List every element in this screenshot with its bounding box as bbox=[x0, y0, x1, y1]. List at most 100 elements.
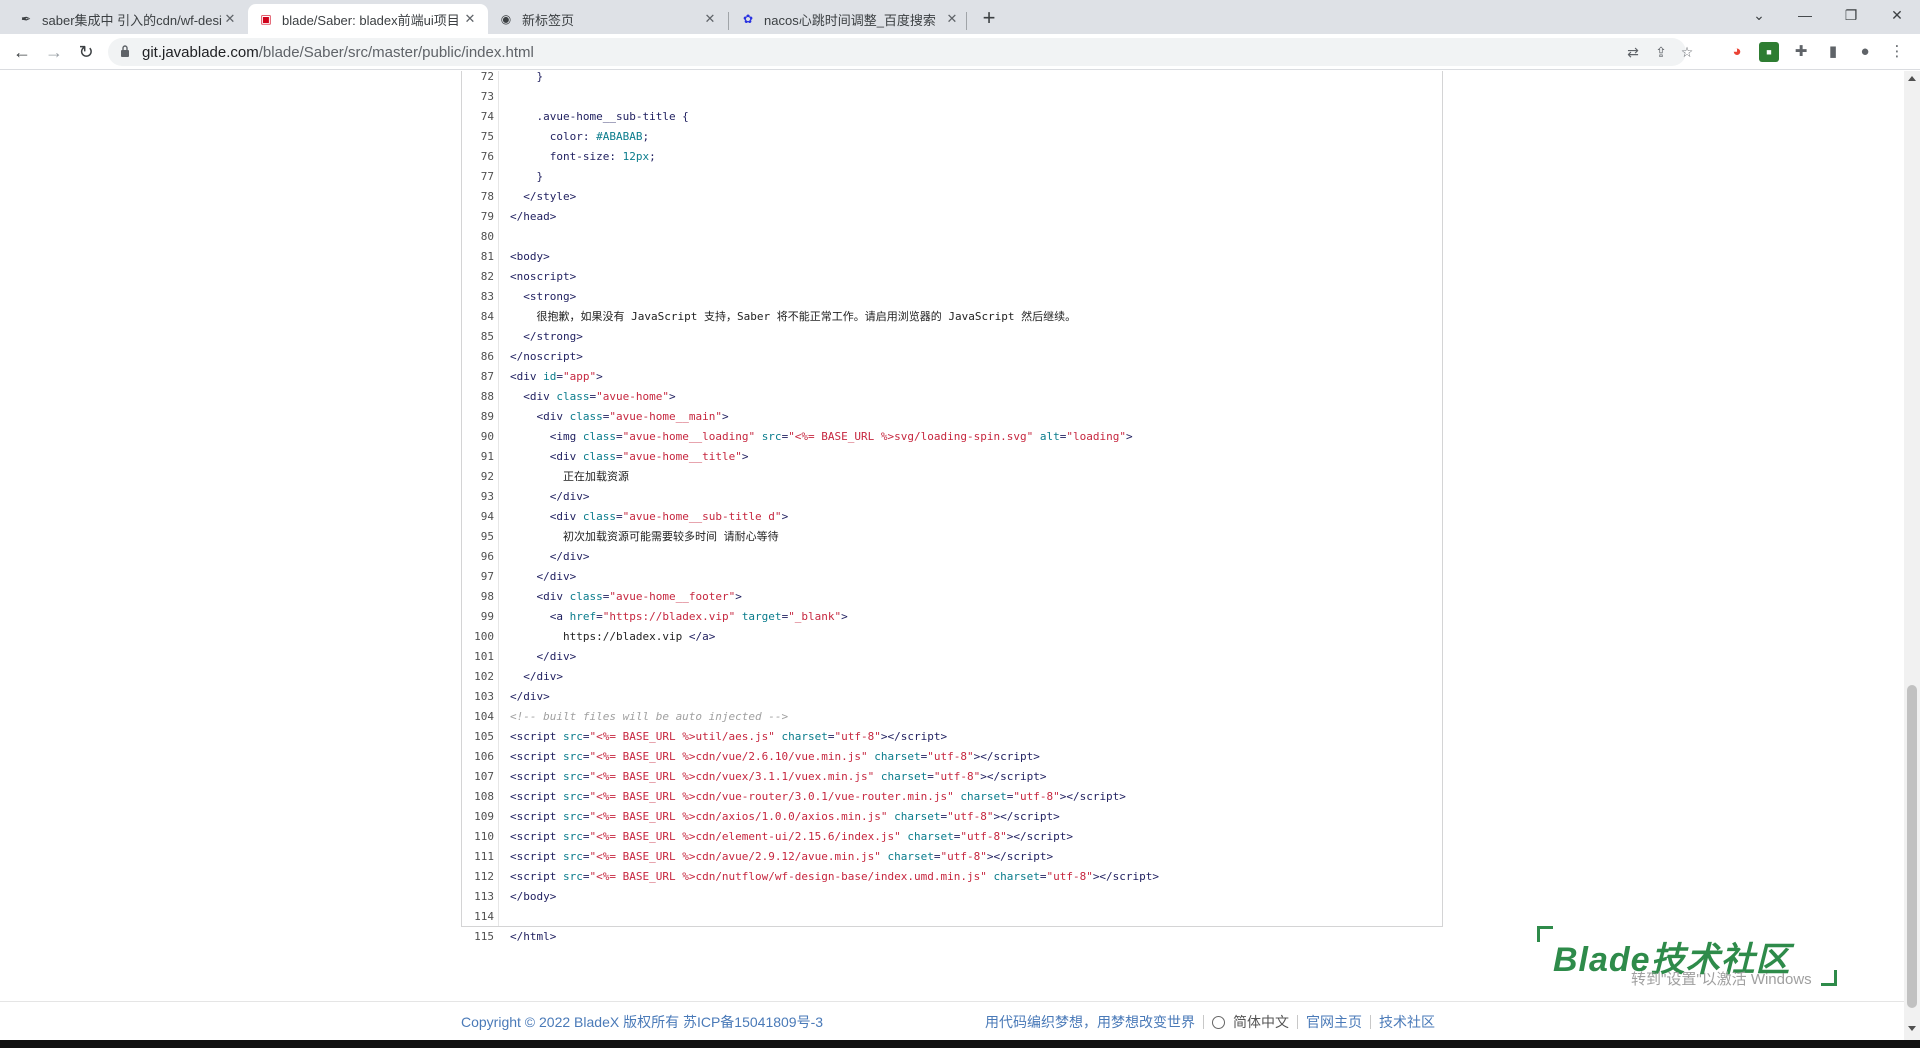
line-number[interactable]: 101 bbox=[462, 647, 494, 667]
line-number[interactable]: 110 bbox=[462, 827, 494, 847]
extensions-puzzle-icon[interactable]: ✚ bbox=[1791, 42, 1811, 62]
line-number[interactable]: 76 bbox=[462, 147, 494, 167]
back-button[interactable]: ← bbox=[10, 40, 34, 64]
tab-1[interactable]: ▣ blade/Saber: bladex前端ui项目 ✕ bbox=[248, 4, 488, 34]
line-number[interactable]: 99 bbox=[462, 607, 494, 627]
share-icon[interactable]: ⇪ bbox=[1652, 43, 1670, 61]
line-number[interactable]: 89 bbox=[462, 407, 494, 427]
restore-button[interactable]: ❐ bbox=[1828, 0, 1874, 30]
line-number[interactable]: 85 bbox=[462, 327, 494, 347]
line-number[interactable]: 97 bbox=[462, 567, 494, 587]
line-source: .avue-home__sub-title { bbox=[510, 110, 689, 123]
line-number[interactable]: 107 bbox=[462, 767, 494, 787]
line-number[interactable]: 72 bbox=[462, 71, 494, 87]
line-number[interactable]: 109 bbox=[462, 807, 494, 827]
line-source: <div class="avue-home__footer"> bbox=[510, 590, 742, 603]
line-number[interactable]: 74 bbox=[462, 107, 494, 127]
line-source: <body> bbox=[510, 250, 550, 263]
side-panel-icon[interactable]: ▮ bbox=[1823, 42, 1843, 62]
page-scrollbar[interactable] bbox=[1904, 71, 1920, 1040]
lock-icon[interactable] bbox=[120, 45, 130, 57]
line-number[interactable]: 100 bbox=[462, 627, 494, 647]
line-number[interactable]: 77 bbox=[462, 167, 494, 187]
tab-2[interactable]: ◉ 新标签页 ✕ bbox=[488, 4, 728, 34]
line-number[interactable]: 102 bbox=[462, 667, 494, 687]
line-number[interactable]: 114 bbox=[462, 907, 494, 927]
community-link[interactable]: 技术社区 bbox=[1379, 1012, 1435, 1032]
line-source: </noscript> bbox=[510, 350, 583, 363]
line-number[interactable]: 91 bbox=[462, 447, 494, 467]
quill-icon: ✒ bbox=[20, 12, 32, 26]
line-source: </strong> bbox=[510, 330, 583, 343]
code-line: 88 <div class="avue-home"> bbox=[462, 387, 1442, 407]
close-icon[interactable]: ✕ bbox=[462, 11, 478, 27]
code-line: 112 <script src="<%= BASE_URL %>cdn/nutfl… bbox=[462, 867, 1442, 887]
line-number[interactable]: 84 bbox=[462, 307, 494, 327]
line-number[interactable]: 75 bbox=[462, 127, 494, 147]
tab-title: 新标签页 bbox=[522, 12, 575, 28]
code-line: 90 <img class="avue-home__loading" src="… bbox=[462, 427, 1442, 447]
line-number[interactable]: 104 bbox=[462, 707, 494, 727]
tab-search-button[interactable]: ⌄ bbox=[1736, 0, 1782, 30]
scrollbar-thumb[interactable] bbox=[1907, 685, 1917, 1008]
profile-avatar-icon[interactable]: ● bbox=[1855, 42, 1875, 62]
line-number[interactable]: 108 bbox=[462, 787, 494, 807]
language-selector[interactable]: 简体中文 bbox=[1212, 1012, 1289, 1032]
code-line: 96 </div> bbox=[462, 547, 1442, 567]
address-bar[interactable]: git.javablade.com/blade/Saber/src/master… bbox=[108, 38, 1693, 66]
line-number[interactable]: 81 bbox=[462, 247, 494, 267]
code-line: 85 </strong> bbox=[462, 327, 1442, 347]
extension-color-icon[interactable]: ◕ bbox=[1727, 42, 1747, 62]
line-number[interactable]: 106 bbox=[462, 747, 494, 767]
close-window-button[interactable]: ✕ bbox=[1874, 0, 1920, 30]
line-number[interactable]: 83 bbox=[462, 287, 494, 307]
line-number[interactable]: 78 bbox=[462, 187, 494, 207]
code-line: 77 } bbox=[462, 167, 1442, 187]
line-number[interactable]: 82 bbox=[462, 267, 494, 287]
line-number[interactable]: 105 bbox=[462, 727, 494, 747]
line-number[interactable]: 73 bbox=[462, 87, 494, 107]
line-number[interactable]: 96 bbox=[462, 547, 494, 567]
reload-button[interactable]: ↻ bbox=[74, 40, 98, 64]
extension-cors-icon[interactable]: ■ bbox=[1759, 42, 1779, 62]
menu-kebab-icon[interactable]: ⋮ bbox=[1887, 42, 1907, 62]
line-number[interactable]: 86 bbox=[462, 347, 494, 367]
line-number[interactable]: 113 bbox=[462, 887, 494, 907]
line-number[interactable]: 92 bbox=[462, 467, 494, 487]
line-number[interactable]: 98 bbox=[462, 587, 494, 607]
line-number[interactable]: 94 bbox=[462, 507, 494, 527]
code-line: 78 </style> bbox=[462, 187, 1442, 207]
line-number[interactable]: 112 bbox=[462, 867, 494, 887]
close-icon[interactable]: ✕ bbox=[944, 11, 960, 27]
line-source: https://bladex.vip </a> bbox=[562, 630, 716, 643]
line-number[interactable]: 88 bbox=[462, 387, 494, 407]
close-icon[interactable]: ✕ bbox=[222, 11, 238, 27]
line-number[interactable]: 80 bbox=[462, 227, 494, 247]
homepage-link[interactable]: 官网主页 bbox=[1306, 1012, 1362, 1032]
scroll-down-arrow-icon[interactable] bbox=[1908, 1026, 1916, 1031]
tab-3[interactable]: ✿ nacos心跳时间调整_百度搜索 ✕ bbox=[730, 4, 970, 34]
line-number[interactable]: 93 bbox=[462, 487, 494, 507]
line-number[interactable]: 79 bbox=[462, 207, 494, 227]
chrome-icon: ◉ bbox=[500, 12, 512, 26]
tab-strip: ✒ saber集成中 引入的cdn/wf-desi ✕ ▣ blade/Sabe… bbox=[0, 0, 1920, 34]
line-number[interactable]: 111 bbox=[462, 847, 494, 867]
line-number[interactable]: 87 bbox=[462, 367, 494, 387]
close-icon[interactable]: ✕ bbox=[702, 11, 718, 27]
line-source: <div id="app"> bbox=[510, 370, 603, 383]
line-source: <script src="<%= BASE_URL %>cdn/element-… bbox=[510, 830, 1073, 843]
line-number[interactable]: 103 bbox=[462, 687, 494, 707]
bookmark-star-icon[interactable]: ☆ bbox=[1678, 43, 1696, 61]
line-source: } bbox=[510, 71, 544, 83]
minimize-button[interactable]: — bbox=[1782, 0, 1828, 30]
forward-button[interactable]: → bbox=[42, 40, 66, 64]
tab-0[interactable]: ✒ saber集成中 引入的cdn/wf-desi ✕ bbox=[8, 4, 248, 34]
new-tab-button[interactable]: + bbox=[976, 6, 1002, 32]
url-text[interactable]: git.javablade.com/blade/Saber/src/master… bbox=[142, 44, 534, 61]
translate-icon[interactable]: ⇄ bbox=[1624, 43, 1642, 61]
line-number[interactable]: 115 bbox=[462, 927, 494, 947]
line-number[interactable]: 90 bbox=[462, 427, 494, 447]
code-line: 103 </div> bbox=[462, 687, 1442, 707]
line-number[interactable]: 95 bbox=[462, 527, 494, 547]
scroll-up-arrow-icon[interactable] bbox=[1908, 76, 1916, 81]
